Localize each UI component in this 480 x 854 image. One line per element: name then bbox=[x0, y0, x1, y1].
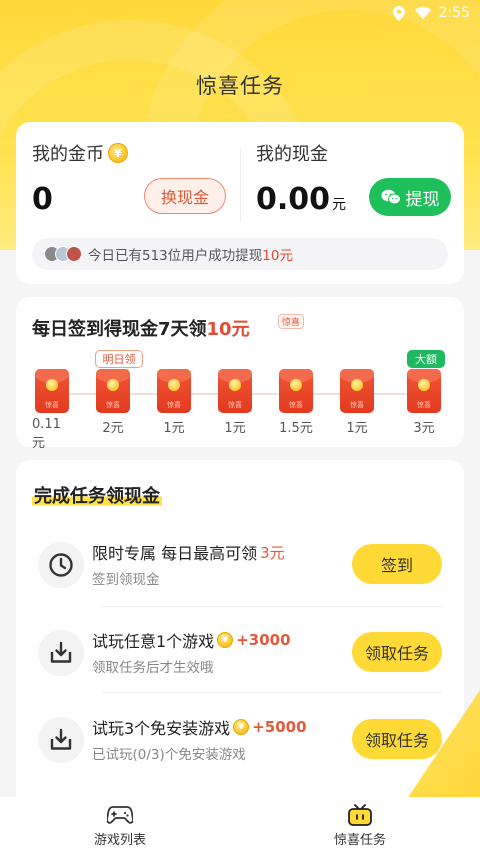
nav-item-surprise-tasks[interactable]: 惊喜任务 bbox=[240, 797, 480, 854]
notice-text: 今日已有513位用户成功提现10元 bbox=[88, 244, 293, 264]
task-item-play-three: 试玩3个免安装游戏 ¥ +5000 已试玩(0/3)个免安装游戏 领取任务 bbox=[16, 693, 464, 779]
location-icon bbox=[391, 5, 407, 21]
daily-signin-card: 每日签到得现金7天领10元 惊喜 明日领 大额 惊喜 0.11元 惊喜 2元 惊… bbox=[16, 297, 464, 451]
task-title-text: 限时专属 每日最高可领 bbox=[92, 544, 258, 563]
notice-amount: 10元 bbox=[262, 248, 293, 264]
coins-label: 我的金币 bbox=[32, 144, 104, 165]
coins-value: 0 bbox=[32, 182, 53, 217]
day-amount: 1元 bbox=[346, 421, 368, 436]
withdraw-notice: 今日已有513位用户成功提现10元 bbox=[32, 238, 448, 270]
page-title: 惊喜任务 bbox=[196, 74, 284, 98]
task-reward: +5000 bbox=[252, 718, 307, 736]
gamepad-icon bbox=[107, 804, 133, 826]
cash-unit: 元 bbox=[332, 197, 347, 213]
signin-day-2[interactable]: 惊喜 2元 bbox=[93, 369, 133, 436]
signin-day-5[interactable]: 惊喜 1.5元 bbox=[276, 369, 316, 436]
day-amount: 3元 bbox=[413, 421, 435, 436]
signin-title-prefix: 每日签到得现金7天领 bbox=[32, 319, 207, 340]
cash-label: 我的现金 bbox=[256, 144, 328, 165]
download-icon bbox=[38, 630, 84, 676]
exchange-cash-button[interactable]: 换现金 bbox=[144, 178, 226, 214]
signin-title: 每日签到得现金7天领10元 bbox=[32, 315, 250, 341]
signin-day-6[interactable]: 惊喜 1元 bbox=[337, 369, 377, 436]
withdraw-button[interactable]: 提现 bbox=[369, 178, 451, 216]
clock-icon bbox=[38, 542, 84, 588]
day-amount: 2元 bbox=[102, 421, 124, 436]
wallet-divider bbox=[240, 148, 241, 222]
tasks-card: 完成任务领现金 限时专属 每日最高可领 3元 签到领现金 签到 试玩任意1个游戏 … bbox=[16, 460, 464, 820]
red-packet-icon: 惊喜 bbox=[218, 369, 252, 413]
bottom-nav: 游戏列表 惊喜任务 bbox=[0, 797, 480, 854]
task-title: 试玩任意1个游戏 ¥ +3000 bbox=[92, 628, 291, 652]
red-packet-icon: 惊喜 bbox=[35, 369, 69, 413]
nav-label: 惊喜任务 bbox=[333, 832, 386, 848]
day-amount: 0.11元 bbox=[32, 417, 61, 451]
wallet-card: 我的金币 ¥ 0 换现金 我的现金 0.00 元 提现 今日已有513位用户成功提… bbox=[16, 122, 464, 284]
task-title-text: 试玩任意1个游戏 bbox=[92, 632, 215, 651]
nav-item-game-list[interactable]: 游戏列表 bbox=[0, 797, 240, 854]
task-item-signin: 限时专属 每日最高可领 3元 签到领现金 签到 bbox=[16, 518, 464, 604]
notice-prefix: 今日已有513位用户成功提现 bbox=[88, 248, 263, 264]
signin-title-amount: 10元 bbox=[206, 319, 250, 340]
coin-icon: ¥ bbox=[217, 632, 234, 648]
big-reward-badge: 大额 bbox=[407, 350, 445, 368]
nav-label: 游戏列表 bbox=[93, 832, 146, 848]
task-title: 试玩3个免安装游戏 ¥ +5000 bbox=[92, 715, 307, 739]
day-amount: 1元 bbox=[224, 421, 246, 436]
signin-day-1[interactable]: 惊喜 0.11元 bbox=[32, 369, 72, 451]
day-amount: 1元 bbox=[163, 421, 185, 436]
task-subtitle: 已试玩(0/3)个免安装游戏 bbox=[92, 747, 246, 763]
task-title-text: 试玩3个免安装游戏 bbox=[92, 719, 231, 738]
day-amount: 1.5元 bbox=[279, 421, 313, 436]
red-packet-icon: 惊喜 bbox=[279, 369, 313, 413]
claim-task-button[interactable]: 领取任务 bbox=[352, 719, 442, 759]
cash-value: 0.00 bbox=[256, 182, 331, 217]
signin-day-7[interactable]: 惊喜 3元 bbox=[404, 369, 444, 436]
status-time: 2:55 bbox=[438, 5, 470, 21]
gift-tv-icon bbox=[347, 803, 373, 826]
red-packet-icon: 惊喜 bbox=[96, 369, 130, 413]
task-reward: 3元 bbox=[260, 543, 285, 562]
coin-icon: ¥ bbox=[233, 719, 250, 735]
coin-icon: ¥ bbox=[108, 143, 128, 163]
signin-day-3[interactable]: 惊喜 1元 bbox=[154, 369, 194, 436]
signin-tag: 惊喜 bbox=[278, 314, 305, 329]
task-subtitle: 签到领现金 bbox=[92, 572, 160, 588]
coins-section: 我的金币 ¥ 0 bbox=[32, 140, 128, 217]
wifi-icon bbox=[414, 5, 431, 21]
claim-task-button[interactable]: 领取任务 bbox=[352, 632, 442, 672]
user-avatars bbox=[44, 246, 82, 262]
task-item-play-one: 试玩任意1个游戏 ¥ +3000 领取任务后才生效哦 领取任务 bbox=[16, 606, 464, 692]
withdraw-label: 提现 bbox=[405, 189, 440, 210]
wechat-icon bbox=[381, 189, 401, 205]
task-title: 限时专属 每日最高可领 3元 bbox=[92, 540, 285, 564]
tasks-title: 完成任务领现金 bbox=[32, 482, 162, 508]
signin-button[interactable]: 签到 bbox=[352, 544, 442, 584]
red-packet-icon: 惊喜 bbox=[407, 369, 441, 413]
tomorrow-badge: 明日领 bbox=[95, 350, 143, 368]
task-subtitle: 领取任务后才生效哦 bbox=[92, 660, 214, 676]
task-reward: +3000 bbox=[236, 631, 291, 649]
avatar bbox=[66, 246, 82, 262]
status-bar: 2:55 bbox=[0, 0, 480, 26]
red-packet-icon: 惊喜 bbox=[340, 369, 374, 413]
signin-day-4[interactable]: 惊喜 1元 bbox=[215, 369, 255, 436]
download-icon bbox=[38, 717, 84, 763]
cash-section: 我的现金 0.00 元 bbox=[256, 140, 346, 217]
red-packet-icon: 惊喜 bbox=[157, 369, 191, 413]
